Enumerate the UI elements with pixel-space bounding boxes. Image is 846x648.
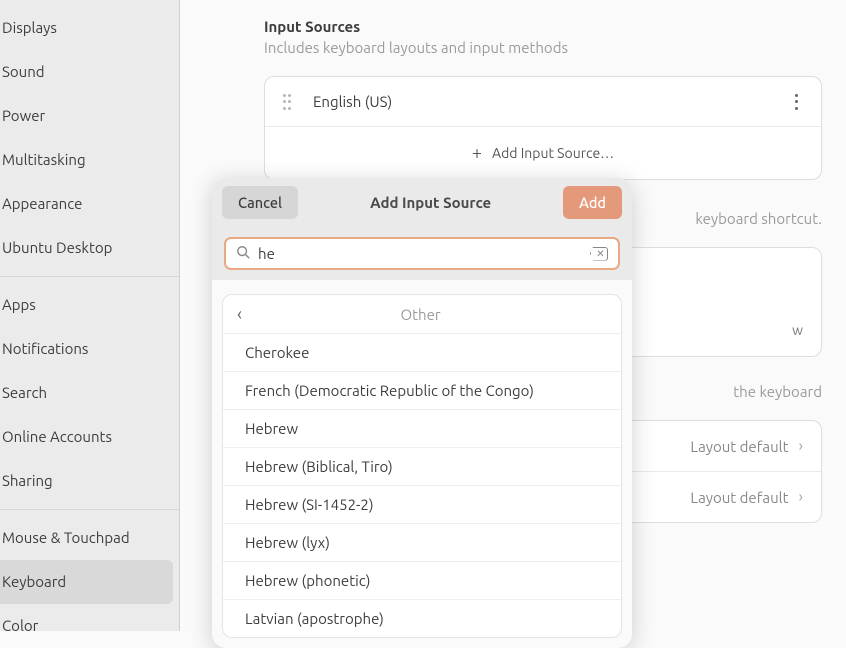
list-item[interactable]: Hebrew (SI-1452-2) [223,486,621,524]
input-sources-title: Input Sources [264,18,822,35]
special-value: Layout default [690,489,788,506]
clear-search-icon[interactable]: ✕ [590,247,608,261]
sidebar-separator [0,276,179,277]
list-item[interactable]: Hebrew (lyx) [223,524,621,562]
search-box[interactable]: ✕ [224,237,620,270]
search-container: ✕ [212,227,632,280]
sidebar-item-notifications[interactable]: Notifications [0,327,179,371]
add-button[interactable]: Add [563,186,622,219]
input-sources-subtitle: Includes keyboard layouts and input meth… [264,39,822,56]
special-value: Layout default [690,438,788,455]
chevron-right-icon: › [799,488,804,506]
sidebar-item-sound[interactable]: Sound [0,50,179,94]
sidebar-item-displays[interactable]: Displays [0,6,179,50]
dialog-header: Cancel Add Input Source Add [212,178,632,227]
sidebar-item-appearance[interactable]: Appearance [0,182,179,226]
input-source-list: ‹ Other Cherokee French (Democratic Repu… [222,294,622,638]
list-item[interactable]: Hebrew (Biblical, Tiro) [223,448,621,486]
settings-sidebar: Displays Sound Power Multitasking Appear… [0,0,180,631]
list-item[interactable]: Cherokee [223,334,621,372]
sidebar-item-mouse-touchpad[interactable]: Mouse & Touchpad [0,516,179,560]
list-item[interactable]: French (Democratic Republic of the Congo… [223,372,621,410]
kebab-menu-icon[interactable] [789,94,803,110]
add-input-source-row[interactable]: + Add Input Source… [265,127,821,179]
input-source-row[interactable]: English (US) [265,77,821,127]
search-icon [236,245,250,262]
dialog-title: Add Input Source [306,194,555,211]
sidebar-item-online-accounts[interactable]: Online Accounts [0,415,179,459]
list-item[interactable]: Hebrew [223,410,621,448]
sidebar-item-power[interactable]: Power [0,94,179,138]
drag-handle-icon[interactable] [283,94,293,110]
list-item[interactable]: Latvian (apostrophe) [223,600,621,637]
sidebar-item-multitasking[interactable]: Multitasking [0,138,179,182]
cancel-button[interactable]: Cancel [222,186,298,219]
input-source-name: English (US) [313,93,789,110]
add-input-source-label: Add Input Source… [492,145,614,161]
sidebar-item-ubuntu-desktop[interactable]: Ubuntu Desktop [0,226,179,270]
sidebar-item-search[interactable]: Search [0,371,179,415]
sidebar-item-color[interactable]: Color [0,604,179,648]
card-trailing-char: w [792,322,803,338]
input-sources-card: English (US) + Add Input Source… [264,76,822,180]
sidebar-item-keyboard[interactable]: Keyboard [0,560,173,604]
search-input[interactable] [258,245,590,262]
plus-icon: + [472,143,482,163]
sidebar-item-sharing[interactable]: Sharing [0,459,179,503]
list-header[interactable]: ‹ Other [223,295,621,334]
sidebar-item-apps[interactable]: Apps [0,283,179,327]
add-input-source-dialog: Cancel Add Input Source Add ✕ ‹ Other Ch… [212,178,632,648]
list-item[interactable]: Hebrew (phonetic) [223,562,621,600]
chevron-right-icon: › [799,437,804,455]
sidebar-separator [0,509,179,510]
list-header-label: Other [234,306,607,323]
